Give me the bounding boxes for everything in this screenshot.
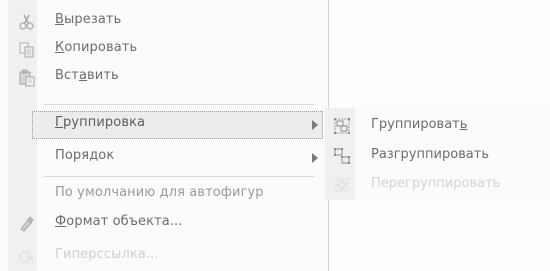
menu-item-format-object[interactable]: Формат объекта... — [4, 210, 331, 238]
submenu-item-label: Разгруппировать — [371, 147, 490, 162]
submenu-item-ungroup[interactable]: Разгруппировать — [325, 142, 550, 170]
menu-item-label: Вырезать — [55, 12, 122, 27]
submenu-item-regroup[interactable]: Перегруппировать — [325, 171, 550, 199]
menu-separator — [44, 104, 314, 105]
menu-item-label: Копировать — [55, 40, 138, 55]
menu-item-label: Вставить — [55, 68, 119, 83]
submenu-arrow-icon — [312, 120, 318, 130]
regroup-icon — [333, 176, 351, 194]
submenu-arrow-icon — [312, 153, 318, 163]
submenu-item-group[interactable]: Группировать — [325, 112, 550, 140]
menu-item-order[interactable]: Порядок — [4, 144, 331, 172]
grouping-submenu: Группировать Разгруппировать Перегруппир… — [325, 108, 550, 200]
menu-item-grouping[interactable]: Группировка — [32, 111, 323, 139]
menu-item-autoshape-defaults[interactable]: По умолчанию для автофигур — [4, 181, 331, 209]
menu-item-hyperlink[interactable]: Гиперссылка... — [4, 243, 331, 271]
menu-item-label: По умолчанию для автофигур — [55, 185, 264, 200]
screen: Вырезать Копировать Вставить Группировка… — [0, 0, 550, 271]
ungroup-icon — [333, 147, 351, 165]
menu-separator — [44, 176, 314, 177]
menu-item-label: Группировка — [55, 115, 146, 130]
menu-item-copy[interactable]: Копировать — [4, 36, 331, 64]
menu-item-cut[interactable]: Вырезать — [4, 8, 331, 36]
hyperlink-icon — [18, 248, 36, 266]
context-menu: Вырезать Копировать Вставить Группировка… — [4, 0, 331, 271]
copy-icon — [18, 41, 36, 59]
scissors-icon — [18, 13, 36, 31]
menu-item-label: Формат объекта... — [55, 214, 183, 229]
paste-icon — [18, 69, 36, 87]
menu-item-label: Гиперссылка... — [55, 247, 159, 262]
submenu-item-label: Группировать — [371, 117, 468, 132]
group-icon — [333, 117, 351, 135]
format-object-icon — [18, 215, 36, 233]
submenu-item-label: Перегруппировать — [371, 176, 501, 191]
menu-item-label: Порядок — [55, 148, 115, 163]
menu-item-paste[interactable]: Вставить — [4, 64, 331, 92]
